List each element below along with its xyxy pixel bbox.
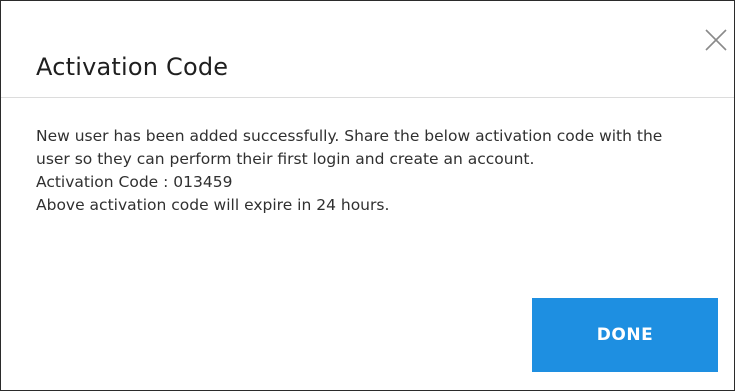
- dialog-body: New user has been added successfully. Sh…: [36, 125, 696, 217]
- success-message: New user has been added successfully. Sh…: [36, 127, 663, 168]
- dialog-header: Activation Code: [1, 1, 734, 98]
- close-button[interactable]: [703, 27, 729, 53]
- close-icon: [703, 27, 729, 53]
- dialog-title: Activation Code: [36, 53, 229, 81]
- activation-code-value: 013459: [173, 173, 233, 191]
- activation-code-dialog: Activation Code New user has been added …: [0, 0, 735, 391]
- done-button[interactable]: DONE: [532, 298, 718, 372]
- activation-code-line: Activation Code : 013459: [36, 171, 696, 194]
- expiry-note: Above activation code will expire in 24 …: [36, 196, 390, 214]
- activation-code-label: Activation Code :: [36, 173, 174, 191]
